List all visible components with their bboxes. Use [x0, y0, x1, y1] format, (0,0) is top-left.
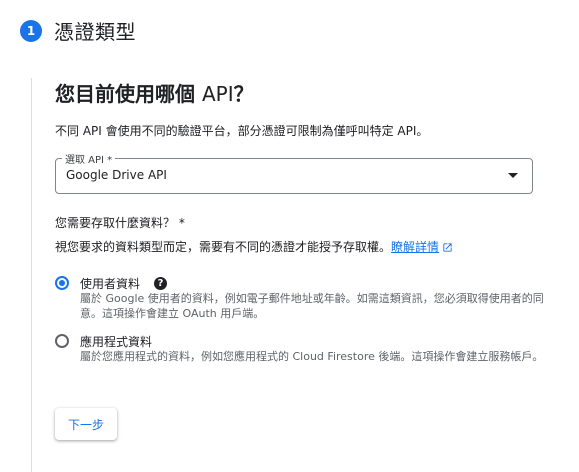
- step-number-badge: 1: [20, 19, 42, 42]
- step-connector-line: [31, 78, 32, 472]
- data-type-description: 視您要求的資料類型而定，需要有不同的憑證才能授予存取權。瞭解詳情: [55, 238, 453, 255]
- api-select-label: 選取 API *: [62, 151, 116, 166]
- user-data-label: 使用者資料: [80, 277, 141, 291]
- next-button[interactable]: 下一步: [55, 408, 117, 440]
- user-data-radio[interactable]: [55, 276, 69, 290]
- step-header: 1 憑證類型: [20, 16, 136, 45]
- external-link-icon: [443, 243, 452, 252]
- api-select[interactable]: 選取 API * Google Drive API: [55, 151, 533, 194]
- application-data-radio[interactable]: [55, 334, 69, 348]
- learn-more-link[interactable]: 瞭解詳情: [391, 240, 453, 254]
- help-icon[interactable]: ?: [154, 277, 168, 290]
- data-type-question: 您需要存取什麼資料？ *: [55, 216, 185, 230]
- step-title: 憑證類型: [54, 20, 136, 44]
- user-data-description: 屬於 Google 使用者的資料，例如電子郵件地址或年齡。如需這類資訊，您必須取…: [80, 292, 544, 320]
- step-content: 您目前使用哪個 API？ 不同 API 會使用不同的驗證平台，部分憑證可限制為僅…: [55, 80, 544, 440]
- question-description: 不同 API 會使用不同的驗證平台，部分憑證可限制為僅呼叫特定 API。: [55, 124, 429, 138]
- question-title: 您目前使用哪個 API？: [55, 82, 254, 106]
- api-select-value: Google Drive API: [66, 168, 167, 182]
- application-data-label: 應用程式資料: [80, 335, 153, 349]
- application-data-description: 屬於您應用程式的資料，例如您應用程式的 Cloud Firestore 後端。這…: [80, 350, 544, 363]
- dropdown-arrow-icon[interactable]: [508, 173, 518, 178]
